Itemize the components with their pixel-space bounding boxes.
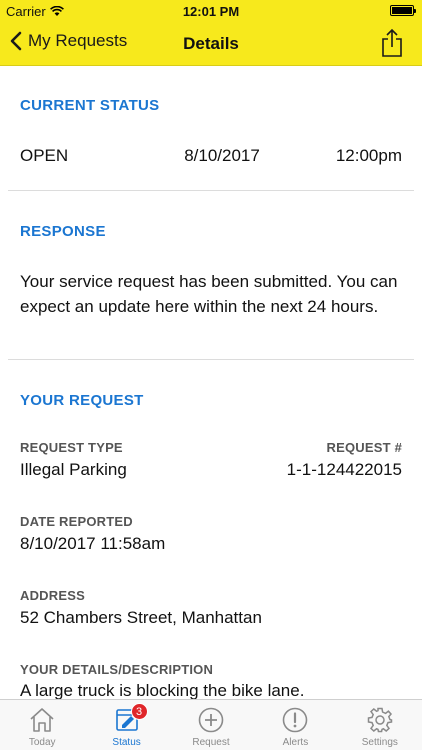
battery-icon <box>390 5 416 16</box>
tab-label: Request <box>192 737 230 748</box>
tab-settings[interactable]: Settings <box>338 700 422 750</box>
tab-label: Settings <box>361 737 398 748</box>
tab-bar: Today 3 Status Request Alerts Settings <box>0 699 422 750</box>
clock: 12:01 PM <box>182 4 240 19</box>
current-status-heading: CURRENT STATUS <box>20 97 160 114</box>
divider <box>8 190 414 191</box>
tab-label: Alerts <box>282 737 309 748</box>
tab-today[interactable]: Today <box>0 700 84 750</box>
tab-request[interactable]: Request <box>169 700 253 750</box>
request-type-value: Illegal Parking <box>20 460 127 479</box>
your-request-heading: YOUR REQUEST <box>20 392 144 409</box>
date-reported-value: 8/10/2017 11:58am <box>20 534 166 553</box>
gear-icon <box>367 707 393 733</box>
tab-status[interactable]: 3 Status <box>84 700 168 750</box>
share-button[interactable] <box>380 28 404 58</box>
plus-circle-icon <box>198 707 224 733</box>
address-value: 52 Chambers Street, Manhattan <box>20 608 262 627</box>
status-row: OPEN 8/10/2017 12:00pm <box>20 146 402 166</box>
request-number-value: 1-1-124422015 <box>286 460 402 479</box>
home-icon <box>30 708 54 732</box>
tab-label: Today <box>28 737 56 748</box>
tab-label: Status <box>112 737 141 748</box>
request-number-label: REQUEST # <box>326 440 402 455</box>
status-badge: 3 <box>130 703 148 720</box>
response-heading: RESPONSE <box>20 223 106 240</box>
status-state: OPEN <box>20 146 69 165</box>
details-label: YOUR DETAILS/DESCRIPTION <box>20 662 214 677</box>
chevron-left-icon <box>10 31 22 51</box>
status-bar: Carrier 12:01 PM <box>0 0 422 22</box>
back-button[interactable]: My Requests <box>10 31 127 51</box>
tab-alerts[interactable]: Alerts <box>253 700 337 750</box>
details-value: A large truck is blocking the bike lane. <box>20 681 305 699</box>
response-text: Your service request has been submitted.… <box>20 272 398 316</box>
address-label: ADDRESS <box>20 588 85 603</box>
back-button-label: My Requests <box>28 31 128 50</box>
divider <box>8 359 414 360</box>
alert-icon <box>283 707 308 733</box>
details-content[interactable]: CURRENT STATUS OPEN 8/10/2017 12:00pm RE… <box>0 67 422 699</box>
request-type-label: REQUEST TYPE <box>20 440 123 455</box>
status-time: 12:00pm <box>335 146 402 165</box>
status-date: 8/10/2017 <box>184 146 260 165</box>
date-reported-label: DATE REPORTED <box>20 514 133 529</box>
nav-bar: My Requests Details <box>0 22 422 66</box>
share-icon <box>382 28 402 57</box>
